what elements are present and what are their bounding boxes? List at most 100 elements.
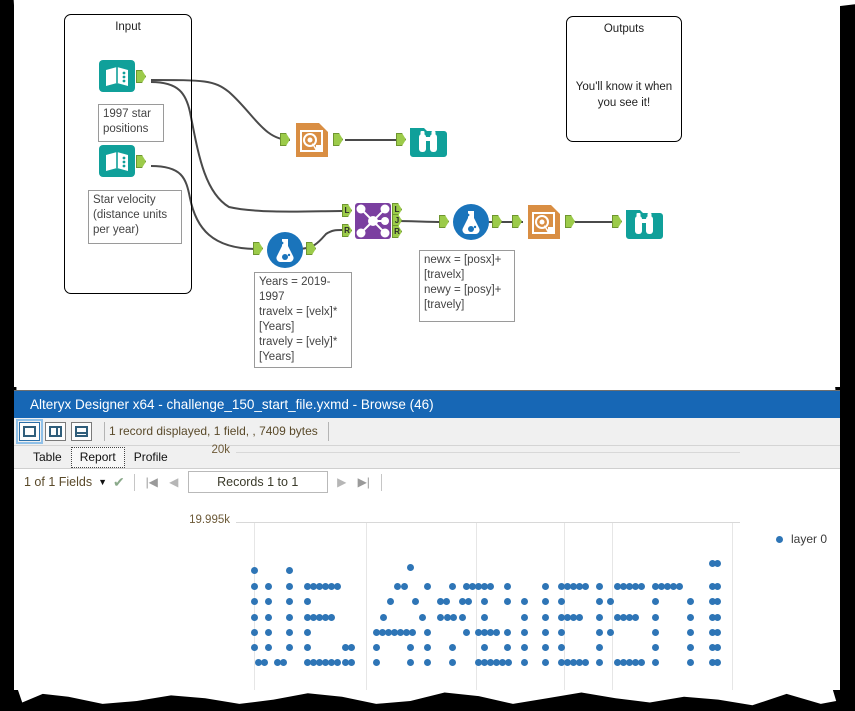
chart-data-point xyxy=(487,583,494,590)
render-tool-2-input-port[interactable] xyxy=(512,215,522,228)
input-1-annotation: 1997 star positions xyxy=(98,104,164,142)
formula-flask-icon xyxy=(267,232,303,268)
chart-data-point xyxy=(596,598,603,605)
render-tool-1[interactable] xyxy=(280,119,343,157)
formula-tool-2-output-port[interactable] xyxy=(492,215,502,228)
chart-data-point xyxy=(481,644,488,651)
chart-data-point xyxy=(419,614,426,621)
chart-data-point xyxy=(380,614,387,621)
chart-data-point xyxy=(521,614,528,621)
chart-data-point xyxy=(251,583,258,590)
chart-data-point xyxy=(521,659,528,666)
chart-data-point xyxy=(459,614,466,621)
single-pane-layout-button[interactable] xyxy=(16,419,43,444)
chart-data-point xyxy=(582,659,589,666)
chart-data-point xyxy=(652,614,659,621)
chart-data-point xyxy=(676,583,683,590)
chart-data-point xyxy=(265,583,272,590)
next-record-icon[interactable]: ▶ xyxy=(334,475,350,489)
first-record-icon[interactable]: |◀ xyxy=(144,475,160,489)
browse-tool-1-input-port[interactable] xyxy=(396,133,406,146)
chart-data-point xyxy=(449,644,456,651)
screenshot-root: Input Outputs You'll know it when you se… xyxy=(0,0,855,711)
chart-gridline-vertical xyxy=(732,522,733,690)
chart-gridline-vertical xyxy=(612,522,613,690)
chart-data-point xyxy=(596,629,603,636)
formula-tool-2[interactable] xyxy=(439,202,502,240)
chart-data-point xyxy=(251,598,258,605)
container-outputs[interactable]: Outputs You'll know it when you see it! xyxy=(566,16,682,142)
chart-data-point xyxy=(714,614,721,621)
chart-data-point xyxy=(687,629,694,636)
formula-tool-1[interactable] xyxy=(253,230,316,268)
input-data-tool-1[interactable] xyxy=(98,57,146,93)
chart-data-point xyxy=(652,598,659,605)
chart-data-point xyxy=(714,629,721,636)
tab-report[interactable]: Report xyxy=(70,447,125,468)
chart-data-point xyxy=(558,598,565,605)
workflow-canvas[interactable]: Input Outputs You'll know it when you se… xyxy=(14,2,840,387)
chart-data-point xyxy=(286,598,293,605)
chart-data-point xyxy=(638,583,645,590)
chart-data-point xyxy=(265,644,272,651)
formula-tool-1-input-port[interactable] xyxy=(253,242,263,255)
vertical-split-layout-button[interactable] xyxy=(45,422,66,441)
chart-data-point xyxy=(450,614,457,621)
chart-data-point xyxy=(714,560,721,567)
chart-data-point xyxy=(714,644,721,651)
chart-data-point xyxy=(687,614,694,621)
chart-data-point xyxy=(304,644,311,651)
render-tool-1-input-port[interactable] xyxy=(280,133,290,146)
chart-data-point xyxy=(373,659,380,666)
chart-data-point xyxy=(481,614,488,621)
browse-binoculars-icon xyxy=(626,210,663,239)
input-data-icon xyxy=(99,145,135,177)
previous-record-icon[interactable]: ◀ xyxy=(166,475,182,489)
record-info-text: 1 record displayed, 1 field, , 7409 byte… xyxy=(104,422,329,441)
chart-data-point xyxy=(687,644,694,651)
horizontal-split-layout-button[interactable] xyxy=(71,422,92,441)
chart-data-point xyxy=(286,583,293,590)
input-data-tool-2[interactable] xyxy=(98,142,146,178)
browse-tool-2-input-port[interactable] xyxy=(612,215,622,228)
render-tool-2[interactable] xyxy=(512,201,575,239)
browse-tool-1[interactable] xyxy=(396,120,447,157)
chart-data-point xyxy=(504,629,511,636)
chart-data-point xyxy=(394,583,401,590)
formula-tool-1-output-port[interactable] xyxy=(306,242,316,255)
chart-gridline-horizontal xyxy=(236,452,740,453)
chart-data-point xyxy=(714,659,721,666)
check-icon[interactable]: ✔ xyxy=(113,474,125,491)
chart-data-point xyxy=(558,644,565,651)
chart-data-point xyxy=(286,567,293,574)
browse-tool-2[interactable] xyxy=(612,202,663,239)
chart-data-point xyxy=(348,659,355,666)
chart-data-point xyxy=(542,659,549,666)
fields-selector-label[interactable]: 1 of 1 Fields xyxy=(24,475,92,489)
chart-data-point xyxy=(504,644,511,651)
render-tool-2-output-port[interactable] xyxy=(565,215,575,228)
join-tool-r-output-label: R xyxy=(394,227,400,236)
chart-data-point xyxy=(596,659,603,666)
nav-separator-2 xyxy=(380,473,382,491)
chart-data-point xyxy=(251,567,258,574)
chart-data-point xyxy=(334,583,341,590)
chart-data-point xyxy=(412,598,419,605)
join-tool[interactable]: L R L J R xyxy=(342,202,402,239)
formula-tool-2-input-port[interactable] xyxy=(439,215,449,228)
chart-data-point xyxy=(521,598,528,605)
chart-data-point xyxy=(576,614,583,621)
chevron-down-icon[interactable]: ▼ xyxy=(98,477,107,487)
browse-window: Alteryx Designer x64 - challenge_150_sta… xyxy=(14,390,840,690)
chart-data-point xyxy=(401,583,408,590)
tab-table[interactable]: Table xyxy=(24,447,71,468)
last-record-icon[interactable]: ▶| xyxy=(356,475,372,489)
chart-data-point xyxy=(582,583,589,590)
browse-toolbar: 1 record displayed, 1 field, , 7409 byte… xyxy=(14,418,840,446)
chart-data-point xyxy=(449,583,456,590)
container-input-title: Input xyxy=(115,21,141,33)
chart-data-point xyxy=(687,659,694,666)
render-tool-1-output-port[interactable] xyxy=(333,133,343,146)
chart-data-point xyxy=(348,644,355,651)
chart-data-point xyxy=(251,644,258,651)
